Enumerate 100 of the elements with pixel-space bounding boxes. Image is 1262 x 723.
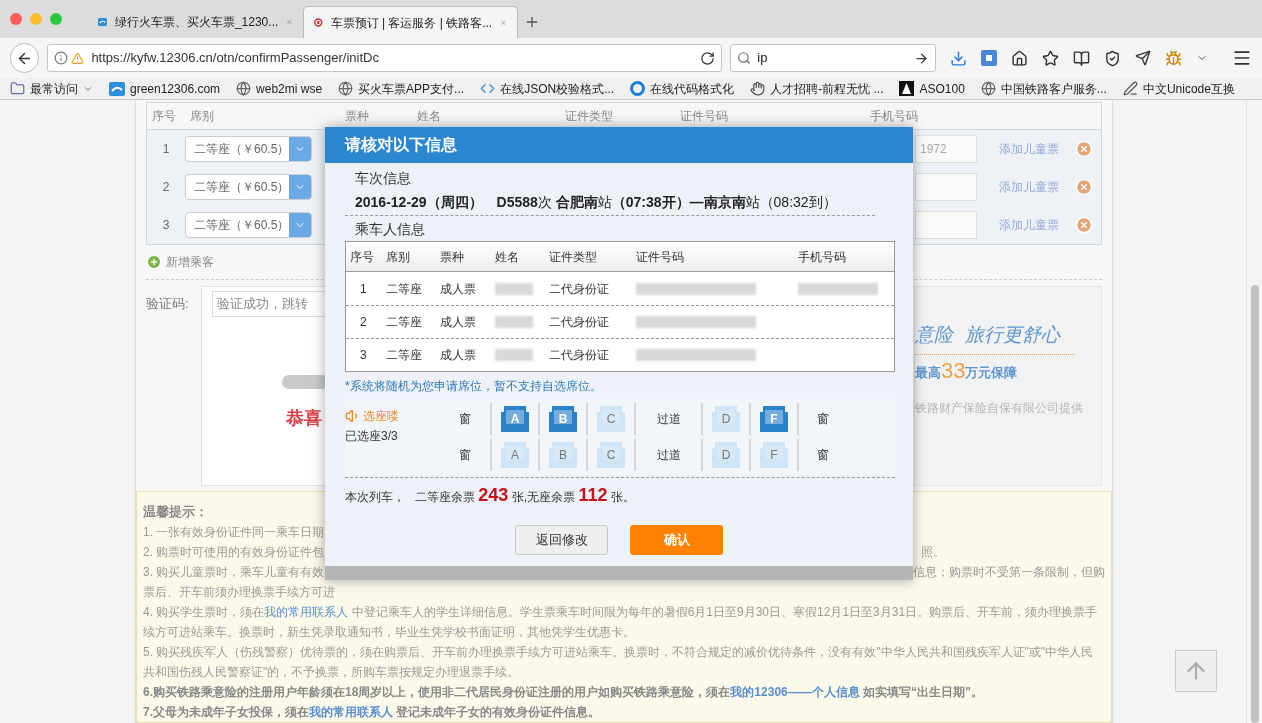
reload-icon[interactable] bbox=[700, 50, 716, 66]
zoom-window-icon[interactable] bbox=[50, 13, 62, 25]
redacted-block bbox=[495, 282, 533, 295]
seat-selection-title: 选座喽 bbox=[363, 408, 399, 425]
seat-button[interactable]: D bbox=[710, 440, 742, 470]
scrollbar-thumb[interactable] bbox=[1250, 285, 1259, 723]
browser-tab[interactable]: 车票预订 | 客运服务 | 铁路客... bbox=[303, 6, 518, 38]
browser-tab[interactable]: 绿行火车票、买火车票_1230... bbox=[88, 6, 303, 38]
ad-headline: 意险 bbox=[915, 323, 953, 347]
column-header: 证件号码 bbox=[680, 108, 729, 125]
send-icon[interactable] bbox=[1135, 50, 1151, 66]
bookmark-item[interactable]: green12306.com bbox=[109, 79, 221, 98]
table-cell-text: 二代身份证 bbox=[549, 314, 610, 331]
column-header: 手机号码 bbox=[798, 248, 847, 266]
seat-button[interactable]: D bbox=[710, 404, 742, 434]
column-header: 序号 bbox=[350, 248, 375, 266]
bookmark-item[interactable]: 在线代码格式化 bbox=[630, 79, 735, 98]
bookmark-item[interactable]: 中文Unicode互换 bbox=[1122, 79, 1235, 98]
home-icon[interactable] bbox=[1011, 49, 1028, 67]
table-cell-text: 二等座 bbox=[386, 347, 423, 364]
contact-link[interactable]: 我的常用联系人 bbox=[309, 705, 393, 719]
seat-note: *系统将随机为您申请席位，暂不支持自选席位。 bbox=[345, 378, 603, 395]
seat-button[interactable]: B bbox=[547, 404, 579, 434]
shield-icon[interactable] bbox=[1104, 49, 1121, 67]
seat-button[interactable]: B bbox=[547, 440, 579, 470]
table-cell-text: 成人票 bbox=[440, 314, 477, 331]
globe-icon bbox=[980, 81, 996, 96]
bookmark-item[interactable]: web2mi wse bbox=[236, 79, 323, 98]
rail-logo-icon bbox=[314, 15, 323, 30]
seat-select[interactable]: 二等座（￥60.5） bbox=[185, 212, 312, 238]
seat-button[interactable]: F bbox=[758, 404, 790, 434]
column-header: 手机号码 bbox=[870, 108, 919, 125]
confirm-button[interactable]: 确认 bbox=[630, 525, 723, 555]
column-header: 证件号码 bbox=[636, 248, 685, 266]
contact-link[interactable]: 我的12306——个人信息 bbox=[730, 685, 860, 699]
phone-field[interactable] bbox=[915, 173, 977, 201]
tips-title: 温馨提示： bbox=[143, 504, 208, 519]
add-child-ticket-link[interactable]: 添加儿童票 bbox=[999, 178, 1059, 196]
column-header: 席别 bbox=[386, 248, 411, 266]
add-child-ticket-link[interactable]: 添加儿童票 bbox=[999, 140, 1059, 158]
pen-icon bbox=[1122, 81, 1138, 96]
bookmark-item[interactable]: 在线JSON校验格式... bbox=[480, 79, 615, 98]
back-button[interactable] bbox=[10, 43, 40, 73]
window-label: 窗 bbox=[459, 411, 471, 428]
table-cell-text: 二代身份证 bbox=[549, 347, 610, 364]
code-icon bbox=[480, 81, 496, 96]
new-tab-icon[interactable] bbox=[524, 14, 540, 30]
contact-link[interactable]: 我的常用联系人 bbox=[264, 605, 349, 619]
seat-button[interactable]: A bbox=[499, 404, 531, 434]
folder-icon bbox=[10, 81, 25, 96]
menu-icon[interactable] bbox=[1232, 48, 1252, 68]
add-child-ticket-link[interactable]: 添加儿童票 bbox=[999, 216, 1059, 234]
tip-text: 2. 购票时可使用的有效身份证件包 bbox=[143, 545, 325, 559]
seat-button[interactable]: C bbox=[595, 440, 627, 470]
back-to-edit-button[interactable]: 返回修改 bbox=[515, 525, 608, 555]
table-cell-text: 2 bbox=[359, 314, 368, 331]
phone-field[interactable]: 1972 bbox=[915, 135, 977, 163]
download-icon[interactable] bbox=[950, 49, 967, 67]
aisle-label: 过道 bbox=[656, 447, 681, 464]
seat-select[interactable]: 二等座（￥60.5） bbox=[185, 136, 312, 162]
hand-icon bbox=[750, 81, 766, 96]
reader-icon[interactable] bbox=[1073, 49, 1090, 67]
redacted-block bbox=[495, 316, 533, 328]
minimize-window-icon[interactable] bbox=[30, 13, 42, 25]
close-window-icon[interactable] bbox=[10, 13, 22, 25]
column-header: 证件类型 bbox=[565, 108, 614, 125]
bookmark-star-icon[interactable] bbox=[1042, 49, 1059, 67]
remove-icon[interactable] bbox=[1075, 140, 1093, 158]
add-icon[interactable] bbox=[146, 254, 162, 270]
tip-text: 7.父母为未成年子女投保，须在我的常用联系人 登记未成年子女的有效身份证件信息。 bbox=[143, 704, 602, 721]
bookmark-item[interactable]: 最常访问 bbox=[10, 79, 93, 98]
window-label: 窗 bbox=[817, 447, 829, 464]
row-number: 3 bbox=[161, 217, 171, 234]
table-cell-text: 3 bbox=[359, 347, 368, 364]
bookmark-item[interactable]: 买火车票APP支付... bbox=[338, 79, 465, 98]
bookmark-item[interactable]: 中国铁路客户服务... bbox=[980, 79, 1107, 98]
info-icon[interactable] bbox=[54, 51, 69, 65]
bookmark-item[interactable]: 人才招聘-前程无忧 ... bbox=[750, 79, 884, 98]
column-header: 姓名 bbox=[417, 108, 442, 125]
address-field[interactable]: https://kyfw.12306.cn/otn/confirmPassenger/initDc bbox=[47, 44, 723, 72]
remove-icon[interactable] bbox=[1075, 216, 1093, 234]
add-passenger-link[interactable]: 新增乘客 bbox=[166, 253, 214, 271]
bug-icon[interactable] bbox=[1165, 49, 1182, 67]
seat-button[interactable]: C bbox=[595, 404, 627, 434]
scroll-to-top-button[interactable] bbox=[1175, 650, 1217, 692]
seat-select[interactable]: 二等座（￥60.5） bbox=[185, 174, 312, 200]
row-number: 2 bbox=[161, 179, 171, 196]
bookmark-item[interactable]: ASO100 bbox=[899, 79, 965, 98]
search-field[interactable]: ip bbox=[730, 44, 936, 72]
section-heading: 乘车人信息 bbox=[355, 220, 426, 238]
ring-icon bbox=[630, 81, 646, 96]
phone-field[interactable] bbox=[915, 211, 977, 239]
globe-icon bbox=[338, 81, 354, 96]
seat-button[interactable]: F bbox=[758, 440, 790, 470]
warning-icon[interactable] bbox=[71, 51, 85, 65]
go-icon[interactable] bbox=[914, 50, 929, 66]
column-header: 票种 bbox=[440, 248, 465, 266]
tip-text: 1. 一张有效身份证件同一乘车日期 bbox=[143, 525, 325, 539]
remove-icon[interactable] bbox=[1075, 178, 1093, 196]
seat-button[interactable]: A bbox=[499, 440, 531, 470]
